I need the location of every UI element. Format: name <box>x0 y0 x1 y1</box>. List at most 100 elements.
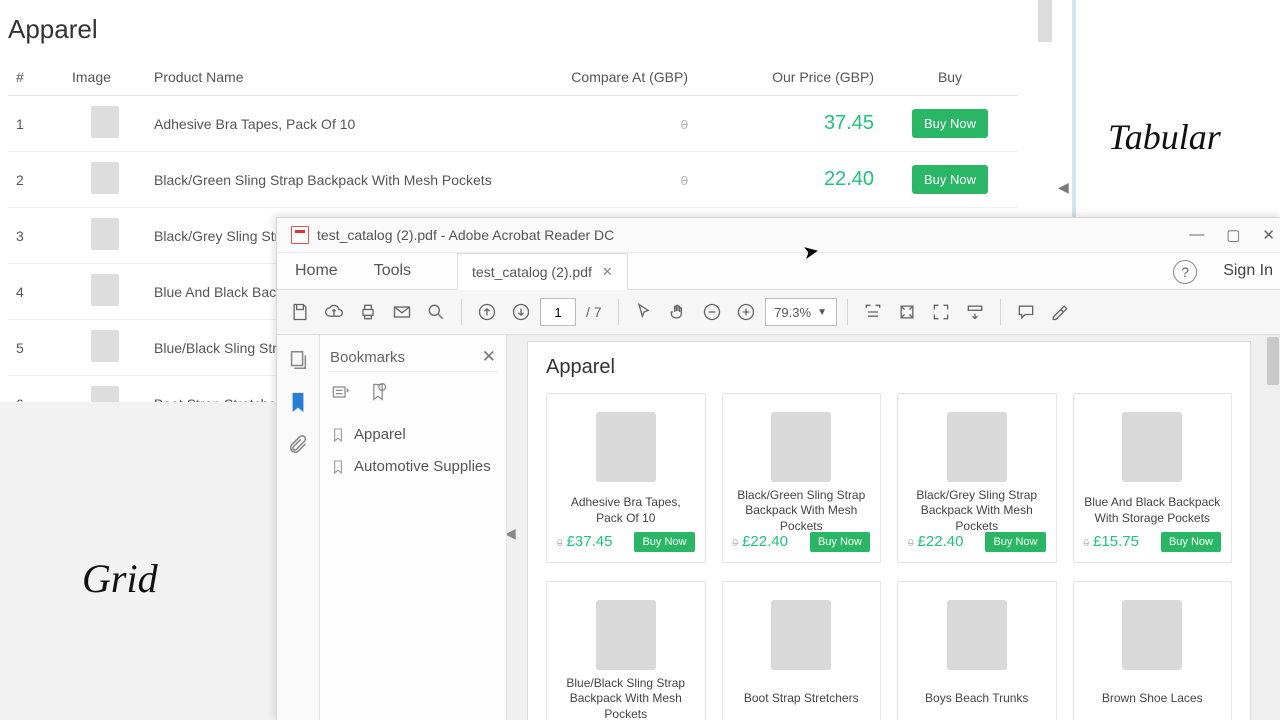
document-tab-label: test_catalog (2).pdf <box>472 264 592 280</box>
page-scrollbar-thumb[interactable] <box>1038 0 1052 42</box>
fit-page-icon[interactable] <box>892 297 922 327</box>
col-num[interactable]: # <box>8 59 64 96</box>
attachments-icon[interactable] <box>287 433 309 455</box>
col-price[interactable]: Our Price (GBP) <box>696 59 882 96</box>
buy-now-button[interactable]: Buy Now <box>912 109 988 138</box>
collapse-arrow-icon[interactable]: ◀ <box>1058 179 1069 196</box>
bookmarks-panel: Bookmarks ✕ ApparelAutomotive Supplies <box>320 335 507 720</box>
thumbnails-icon[interactable] <box>287 349 309 371</box>
print-icon[interactable] <box>353 297 383 327</box>
card-compare: 0 <box>733 538 739 549</box>
zoom-select[interactable]: 79.3%▼ <box>765 298 837 326</box>
comment-icon[interactable] <box>1011 297 1041 327</box>
tools-tab[interactable]: Tools <box>356 253 429 289</box>
card-image <box>908 592 1046 678</box>
help-icon[interactable]: ? <box>1173 260 1197 284</box>
col-compare[interactable]: Compare At (GBP) <box>510 59 696 96</box>
row-thumb <box>64 152 146 208</box>
mail-icon[interactable] <box>387 297 417 327</box>
decor-column <box>1072 0 1076 217</box>
row-compare: 0 <box>510 152 696 208</box>
close-button[interactable]: ✕ <box>1262 226 1275 244</box>
toolbar: / 7 79.3%▼ <box>277 290 1280 335</box>
card-name: Boys Beach Trunks <box>908 684 1046 714</box>
home-tab[interactable]: Home <box>277 253 356 289</box>
card-buy-button[interactable]: Buy Now <box>1161 532 1221 552</box>
minimize-button[interactable]: — <box>1189 226 1204 244</box>
page-total: / 7 <box>580 304 608 320</box>
close-panel-icon[interactable]: ✕ <box>482 347 496 367</box>
product-card[interactable]: Black/Green Sling Strap Backpack With Me… <box>722 393 882 563</box>
card-name: Adhesive Bra Tapes, Pack Of 10 <box>557 496 695 526</box>
highlight-icon[interactable] <box>1045 297 1075 327</box>
row-price: 22.40 <box>696 152 882 208</box>
card-name: Blue/Black Sling Strap Backpack With Mes… <box>557 684 695 714</box>
card-image <box>1084 592 1222 678</box>
panel-toggle-icon[interactable]: ◀ <box>507 525 516 542</box>
product-card[interactable]: Boys Beach Trunks <box>897 581 1057 720</box>
card-name: Black/Grey Sling Strap Backpack With Mes… <box>908 496 1046 526</box>
document-tab[interactable]: test_catalog (2).pdf ✕ <box>457 253 628 290</box>
card-image <box>908 404 1046 490</box>
read-mode-icon[interactable] <box>960 297 990 327</box>
doc-scroll-thumb[interactable] <box>1267 337 1279 385</box>
label-grid: Grid <box>82 555 158 602</box>
select-tool-icon[interactable] <box>629 297 659 327</box>
card-buy-button[interactable]: Buy Now <box>985 532 1045 552</box>
sign-in-link[interactable]: Sign In <box>1215 253 1280 289</box>
row-buy: Buy Now <box>882 152 1018 208</box>
row-thumb <box>64 96 146 152</box>
table-row[interactable]: 1Adhesive Bra Tapes, Pack Of 10037.45Buy… <box>8 96 1018 152</box>
row-compare: 0 <box>510 96 696 152</box>
table-row[interactable]: 2Black/Green Sling Strap Backpack With M… <box>8 152 1018 208</box>
hand-tool-icon[interactable] <box>663 297 693 327</box>
col-buy[interactable]: Buy <box>882 59 1018 96</box>
cloud-icon[interactable] <box>319 297 349 327</box>
doc-scrollbar[interactable] <box>1265 335 1280 720</box>
fullscreen-icon[interactable] <box>926 297 956 327</box>
next-page-icon[interactable] <box>506 297 536 327</box>
bookmarks-title: Bookmarks <box>330 349 405 366</box>
card-image <box>557 404 695 490</box>
prev-page-icon[interactable] <box>472 297 502 327</box>
bm-options-icon[interactable] <box>330 382 350 407</box>
pdf-title: Apparel <box>546 356 1232 379</box>
save-icon[interactable] <box>285 297 315 327</box>
catalog-title: Apparel <box>8 14 1272 45</box>
acrobat-window: test_catalog (2).pdf - Adobe Acrobat Rea… <box>276 217 1280 720</box>
bookmark-item[interactable]: Automotive Supplies <box>328 451 498 483</box>
product-card[interactable]: Black/Grey Sling Strap Backpack With Mes… <box>897 393 1057 563</box>
titlebar[interactable]: test_catalog (2).pdf - Adobe Acrobat Rea… <box>277 218 1280 253</box>
card-image <box>1084 404 1222 490</box>
fit-width-icon[interactable] <box>858 297 888 327</box>
bm-new-icon[interactable] <box>368 382 388 407</box>
row-name: Adhesive Bra Tapes, Pack Of 10 <box>146 96 510 152</box>
row-num: 5 <box>8 320 64 376</box>
maximize-button[interactable]: ▢ <box>1226 226 1240 244</box>
col-name[interactable]: Product Name <box>146 59 510 96</box>
product-card[interactable]: Adhesive Bra Tapes, Pack Of 100£37.45Buy… <box>546 393 706 563</box>
product-card[interactable]: Blue/Black Sling Strap Backpack With Mes… <box>546 581 706 720</box>
card-price: £37.45 <box>567 533 613 550</box>
zoom-in-icon[interactable] <box>731 297 761 327</box>
card-image <box>557 592 695 678</box>
card-price: £15.75 <box>1093 533 1139 550</box>
row-num: 3 <box>8 208 64 264</box>
row-thumb <box>64 264 146 320</box>
bookmark-item[interactable]: Apparel <box>328 419 498 451</box>
row-name: Black/Green Sling Strap Backpack With Me… <box>146 152 510 208</box>
close-tab-icon[interactable]: ✕ <box>602 264 613 280</box>
card-buy-button[interactable]: Buy Now <box>634 532 694 552</box>
document-view[interactable]: ◀ Apparel Adhesive Bra Tapes, Pack Of 10… <box>507 335 1280 720</box>
page-number-input[interactable] <box>540 298 576 326</box>
product-card[interactable]: Boot Strap Stretchers <box>722 581 882 720</box>
bookmarks-icon[interactable] <box>287 391 309 413</box>
buy-now-button[interactable]: Buy Now <box>912 165 988 194</box>
search-icon[interactable] <box>421 297 451 327</box>
zoom-out-icon[interactable] <box>697 297 727 327</box>
product-card[interactable]: Blue And Black Backpack With Storage Poc… <box>1073 393 1233 563</box>
card-buy-button[interactable]: Buy Now <box>810 532 870 552</box>
label-tabular: Tabular <box>1108 116 1221 158</box>
col-image[interactable]: Image <box>64 59 146 96</box>
product-card[interactable]: Brown Shoe Laces <box>1073 581 1233 720</box>
